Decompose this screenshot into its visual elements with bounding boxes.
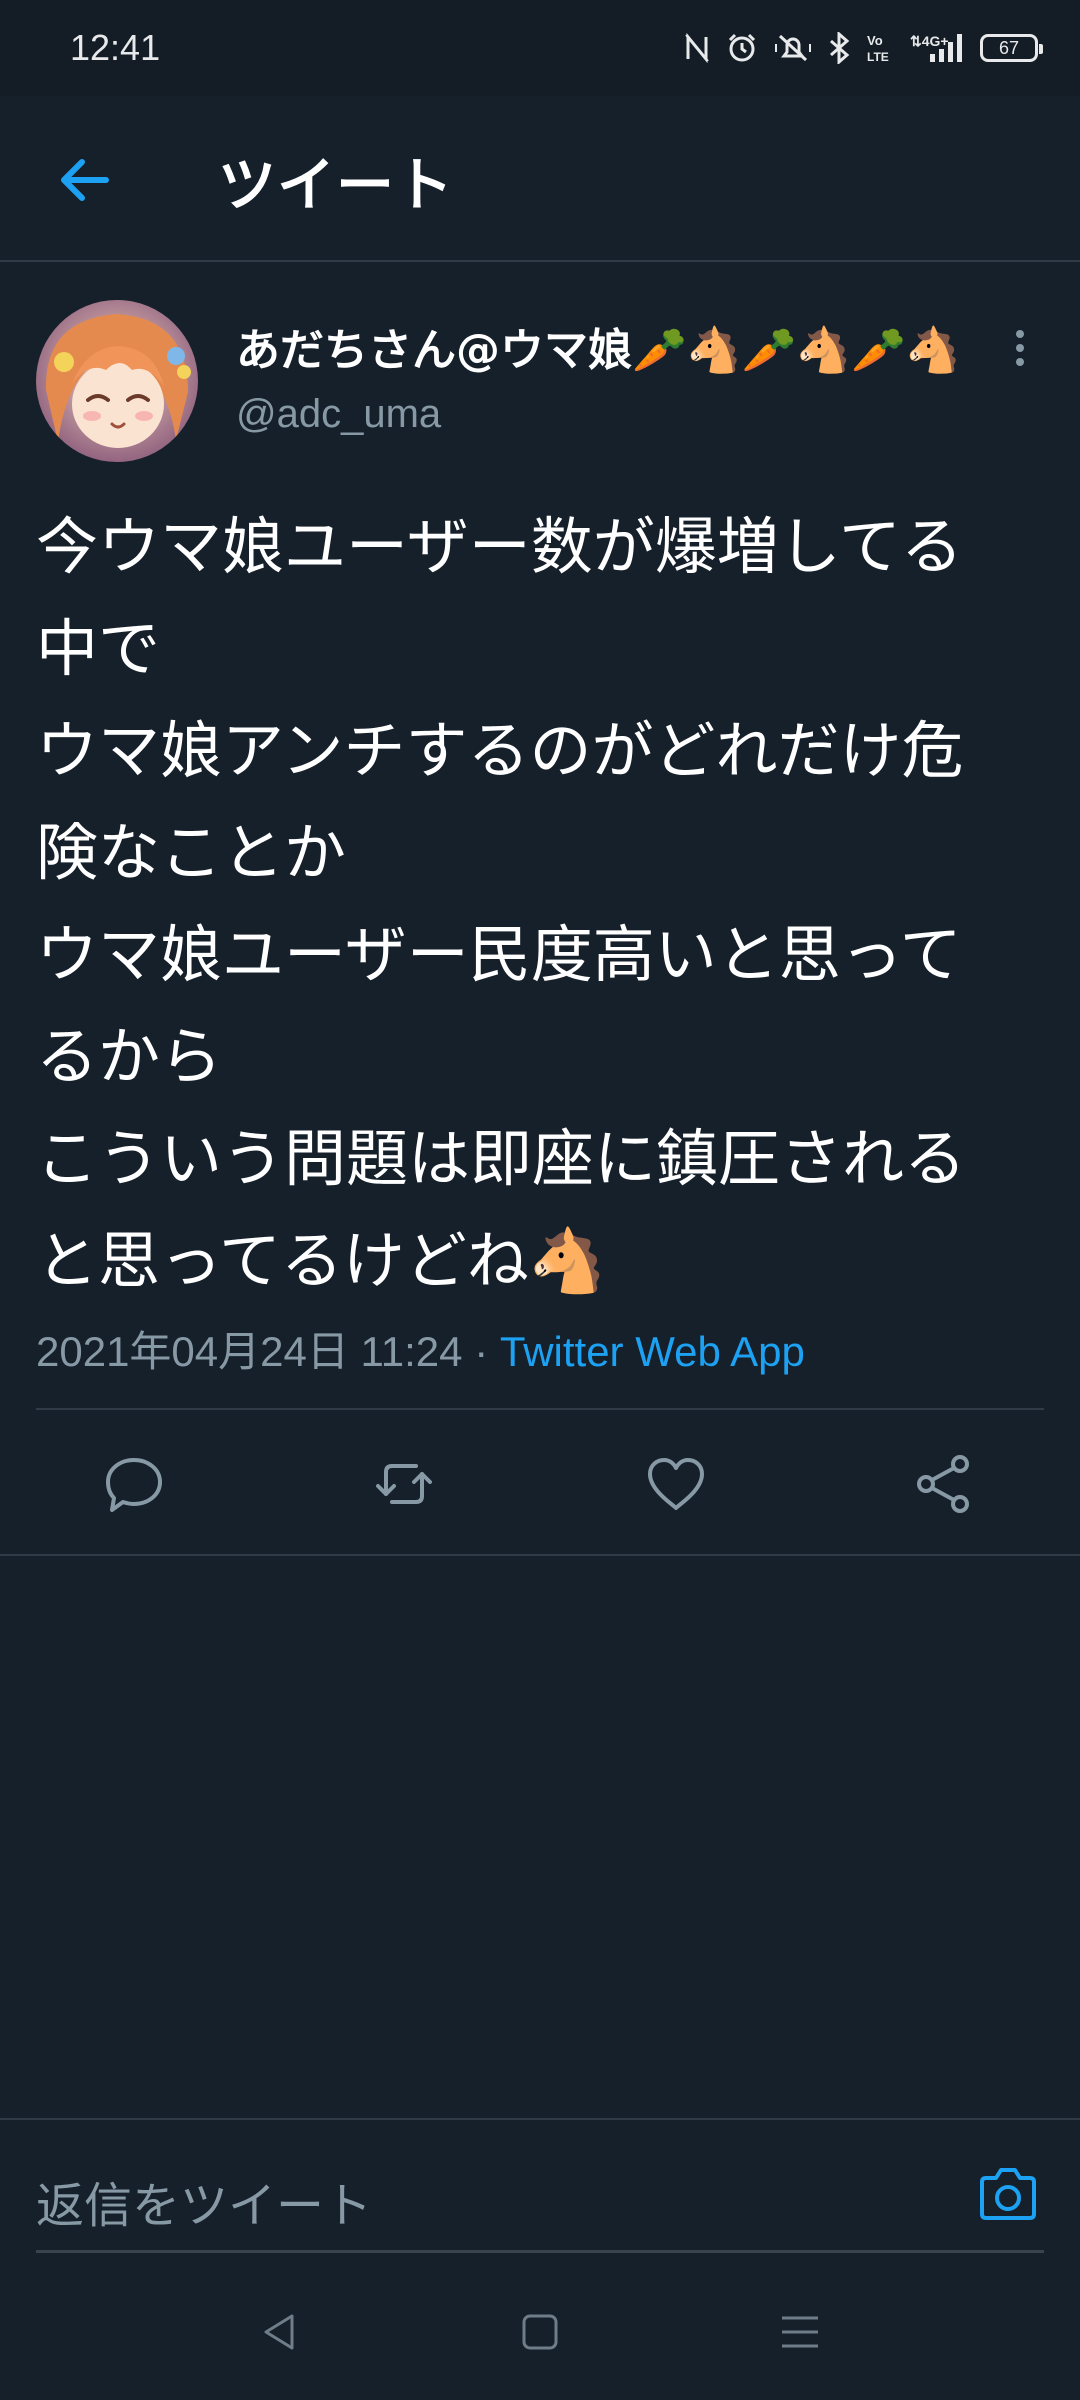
bluetooth-icon xyxy=(830,32,850,64)
divider xyxy=(0,1554,1080,1556)
nav-home-icon[interactable] xyxy=(516,2308,564,2356)
reply-bar: 返信をツイート xyxy=(0,2118,1080,2268)
avatar[interactable] xyxy=(36,300,198,462)
back-arrow-icon[interactable] xyxy=(56,152,112,208)
tweet-text-line: こういう問題は即座に鎮圧される xyxy=(36,1122,967,1195)
svg-text:Vo: Vo xyxy=(867,33,883,48)
tweet-meta: 2021年04月24日 11:24 · Twitter Web App xyxy=(36,1318,805,1379)
tweet-timestamp: 2021年04月24日 11:24 · xyxy=(36,1328,500,1375)
camera-icon[interactable] xyxy=(976,2164,1040,2224)
silent-icon xyxy=(775,34,811,62)
tweet-text-line: るから xyxy=(36,1020,223,1093)
status-icons: Vo LTE ⇅4G+ 67 xyxy=(684,32,1043,64)
avatar-image xyxy=(36,300,198,462)
tweet-source-link[interactable]: Twitter Web App xyxy=(500,1328,805,1375)
tweet-text-line: 中で xyxy=(36,612,161,685)
status-time: 12:41 xyxy=(70,27,161,68)
alarm-icon xyxy=(728,33,756,62)
retweet-icon[interactable] xyxy=(372,1452,436,1516)
more-options-icon[interactable] xyxy=(1002,326,1038,370)
battery-level: 67 xyxy=(998,37,1020,58)
tweet-text-line: 険なことか xyxy=(36,816,347,889)
battery-icon: 67 xyxy=(980,34,1043,62)
status-bar: 12:41 Vo LTE ⇅4G+ 67 xyxy=(0,0,1080,96)
tweet-actions xyxy=(0,1412,1080,1552)
divider xyxy=(36,1408,1044,1410)
share-icon[interactable] xyxy=(912,1452,976,1516)
system-nav-bar xyxy=(0,2268,1080,2400)
4g-signal-icon: ⇅4G+ xyxy=(910,33,962,62)
display-name[interactable]: あだちさん@ウマ娘🥕🐴🥕🐴🥕🐴 xyxy=(236,314,961,378)
nav-menu-icon[interactable] xyxy=(776,2308,824,2356)
screen: 12:41 Vo LTE ⇅4G+ 67 ツイート あだちさん@ウマ娘🥕🐴🥕🐴🥕… xyxy=(0,0,1080,2400)
reply-icon[interactable] xyxy=(102,1452,166,1516)
page-title: ツイート xyxy=(218,151,455,219)
nav-back-icon[interactable] xyxy=(256,2308,304,2356)
tweet-text-line: と思ってるけどね🐴 xyxy=(36,1224,607,1297)
header: ツイート xyxy=(0,96,1080,262)
svg-text:LTE: LTE xyxy=(867,50,889,64)
reply-underline xyxy=(36,2250,1044,2253)
tweet-text-line: ウマ娘ユーザー民度高いと思って xyxy=(36,918,962,991)
volte-icon: Vo LTE xyxy=(867,33,889,64)
like-icon[interactable] xyxy=(644,1452,708,1516)
tweet-text: 今ウマ娘ユーザー数が爆増してる 中で ウマ娘アンチするのがどれだけ危 険なことか… xyxy=(36,496,1046,1312)
tweet-text-line: ウマ娘アンチするのがどれだけ危 xyxy=(36,714,964,787)
svg-text:⇅4G+: ⇅4G+ xyxy=(910,33,949,49)
tweet-text-line: 今ウマ娘ユーザー数が爆増してる xyxy=(36,510,963,583)
reply-input[interactable]: 返信をツイート xyxy=(36,2166,372,2236)
nfc-icon xyxy=(685,33,709,63)
user-handle[interactable]: @adc_uma xyxy=(236,392,441,437)
